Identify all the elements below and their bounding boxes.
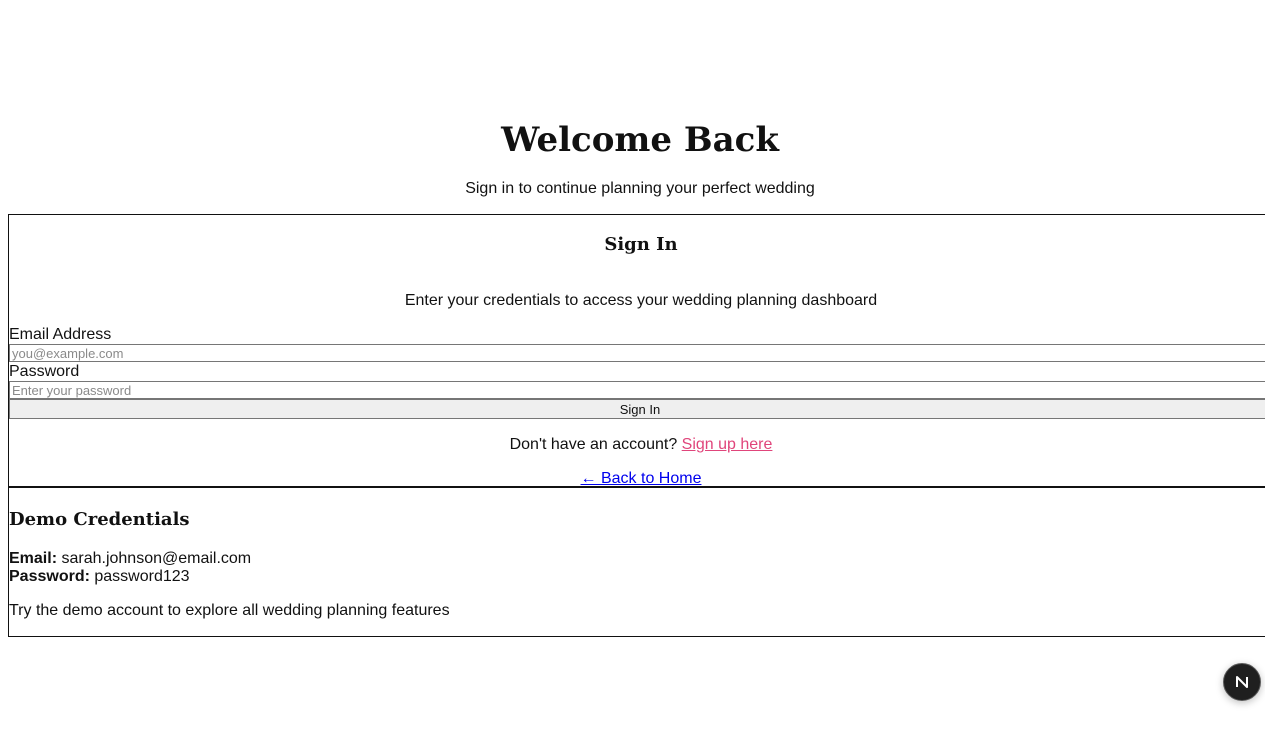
- signin-card: Sign In Enter your credentials to access…: [8, 214, 1265, 488]
- signup-prompt-text: Don't have an account?: [509, 436, 678, 453]
- nextjs-dev-badge[interactable]: [1223, 663, 1261, 701]
- signin-card-description: Enter your credentials to access your we…: [404, 292, 878, 309]
- page-subtitle: Sign in to continue planning your perfec…: [465, 180, 815, 197]
- signup-link[interactable]: Sign up here: [682, 436, 773, 453]
- demo-note: Try the demo account to explore all wedd…: [9, 602, 450, 619]
- demo-title: Demo Credentials: [9, 509, 190, 530]
- demo-password-label: Password:: [9, 568, 90, 585]
- password-field[interactable]: [9, 381, 1265, 399]
- email-label: Email Address: [9, 326, 112, 343]
- nextjs-logo-icon: [1236, 676, 1248, 688]
- page-title: Welcome Back: [501, 120, 779, 160]
- demo-email-label: Email:: [9, 550, 58, 567]
- email-field[interactable]: [9, 344, 1265, 362]
- demo-password-value: password123: [94, 568, 190, 585]
- demo-credentials-card: Demo Credentials Email: sarah.johnson@em…: [8, 488, 1265, 637]
- back-home-row: ← Back to Home: [9, 469, 1265, 489]
- demo-password-row: Password: password123: [9, 568, 190, 586]
- back-to-home-link[interactable]: ← Back to Home: [581, 470, 702, 487]
- password-label: Password: [9, 363, 80, 380]
- signin-button[interactable]: Sign In: [9, 399, 1265, 419]
- demo-email-value: sarah.johnson@email.com: [61, 550, 252, 567]
- login-page: Welcome Back Sign in to continue plannin…: [0, 0, 1265, 736]
- signin-card-title: Sign In: [604, 234, 678, 255]
- demo-email-row: Email: sarah.johnson@email.com: [9, 550, 251, 568]
- signup-prompt: Don't have an account? Sign up here: [9, 435, 1265, 455]
